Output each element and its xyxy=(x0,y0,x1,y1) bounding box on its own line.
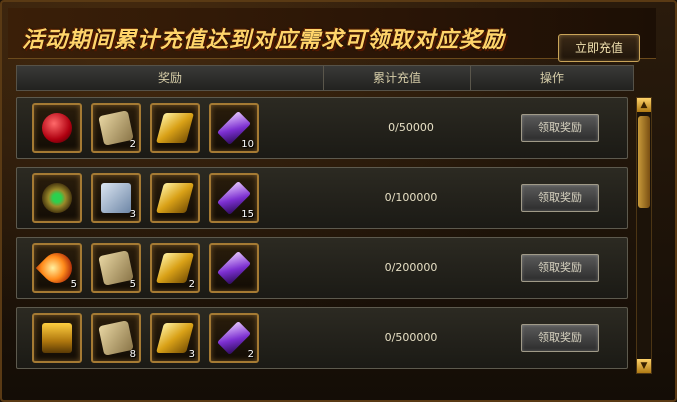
reward-row: 8 3 2 0/500000 领取奖励 xyxy=(16,307,628,369)
reward-slot[interactable] xyxy=(32,313,82,363)
table-header: 奖励 累计充值 操作 xyxy=(16,65,634,91)
treasure-chest-icon xyxy=(42,323,72,353)
reward-slot[interactable] xyxy=(209,243,259,293)
reward-row: 5 5 2 0/200000 领取奖励 xyxy=(16,237,628,299)
scroll-down-icon[interactable]: ▼ xyxy=(637,359,651,373)
item-count: 2 xyxy=(247,349,254,360)
item-count: 15 xyxy=(241,209,254,220)
reward-slot[interactable] xyxy=(150,173,200,223)
gold-bar-icon xyxy=(155,183,195,213)
purple-gem-icon xyxy=(217,251,251,285)
reward-slot[interactable]: 2 xyxy=(91,103,141,153)
item-count: 2 xyxy=(129,139,136,150)
reward-slot[interactable]: 10 xyxy=(209,103,259,153)
header-action: 操作 xyxy=(539,71,564,85)
recharge-reward-panel: 活动期间累计充值达到对应需求可领取对应奖励 立即充值 奖励 累计充值 操作 2 … xyxy=(0,0,677,402)
purple-gem-icon xyxy=(217,321,251,355)
gold-bar-icon xyxy=(155,113,195,143)
recharge-progress: 0/50000 xyxy=(388,121,434,134)
recharge-now-button[interactable]: 立即充值 xyxy=(558,34,640,62)
reward-slot[interactable] xyxy=(32,173,82,223)
item-count: 3 xyxy=(129,209,136,220)
item-count: 5 xyxy=(129,279,136,290)
reward-slot[interactable]: 3 xyxy=(150,313,200,363)
reward-slot[interactable]: 5 xyxy=(32,243,82,293)
scroll-icon xyxy=(98,320,134,356)
reward-slot[interactable]: 2 xyxy=(209,313,259,363)
item-count: 3 xyxy=(188,349,195,360)
header-cumulative-recharge: 累计充值 xyxy=(324,66,471,90)
item-count: 10 xyxy=(241,139,254,150)
reward-slot[interactable]: 2 xyxy=(150,243,200,293)
reward-slot[interactable]: 8 xyxy=(91,313,141,363)
reward-slot[interactable]: 3 xyxy=(91,173,141,223)
recharge-progress: 0/100000 xyxy=(384,191,438,204)
title-bar: 活动期间累计充值达到对应需求可领取对应奖励 立即充值 xyxy=(8,8,656,62)
scroll-bundle-icon xyxy=(98,250,134,286)
reward-slot[interactable]: 5 xyxy=(91,243,141,293)
item-count: 5 xyxy=(70,279,77,290)
item-count: 2 xyxy=(188,279,195,290)
reward-list: 2 10 0/50000 领取奖励 3 15 0/100000 领取奖励 5 5… xyxy=(16,97,628,372)
item-count: 8 xyxy=(129,349,136,360)
claim-reward-button[interactable]: 领取奖励 xyxy=(521,114,599,142)
reward-row: 3 15 0/100000 领取奖励 xyxy=(16,167,628,229)
claim-reward-button[interactable]: 领取奖励 xyxy=(521,254,599,282)
recharge-progress: 0/500000 xyxy=(384,331,438,344)
blue-book-icon xyxy=(101,183,131,213)
scroll-up-icon[interactable]: ▲ xyxy=(637,98,651,112)
scroll-icon xyxy=(98,110,134,146)
scroll-thumb[interactable] xyxy=(638,116,650,208)
reward-slot[interactable] xyxy=(32,103,82,153)
reward-slot[interactable]: 15 xyxy=(209,173,259,223)
vertical-scrollbar[interactable]: ▲ ▼ xyxy=(636,97,652,374)
green-ring-icon xyxy=(42,183,72,213)
claim-reward-button[interactable]: 领取奖励 xyxy=(521,184,599,212)
header-reward: 奖励 xyxy=(17,66,324,90)
claim-reward-button[interactable]: 领取奖励 xyxy=(521,324,599,352)
panel-title: 活动期间累计充值达到对应需求可领取对应奖励 xyxy=(22,27,506,53)
recharge-progress: 0/200000 xyxy=(384,261,438,274)
reward-slot[interactable] xyxy=(150,103,200,153)
red-orb-icon xyxy=(42,113,72,143)
reward-row: 2 10 0/50000 领取奖励 xyxy=(16,97,628,159)
